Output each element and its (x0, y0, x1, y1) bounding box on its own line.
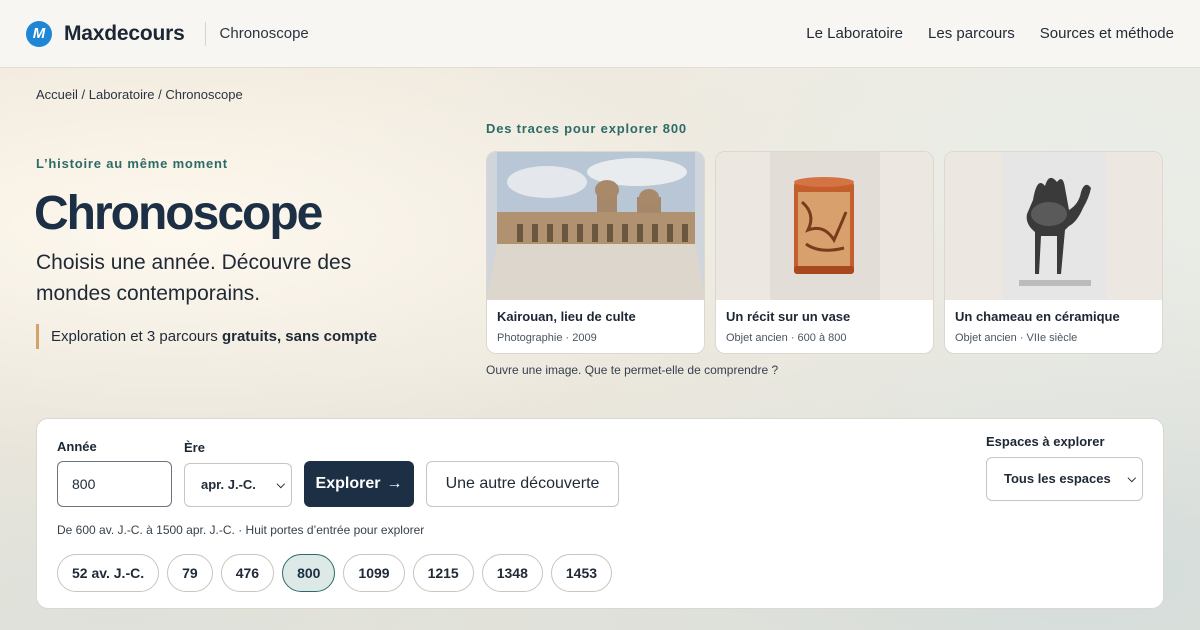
nav-link-parcours[interactable]: Les parcours (928, 25, 1015, 42)
year-chip[interactable]: 1215 (412, 554, 474, 592)
era-value: apr. J.-C. (201, 477, 256, 492)
explore-panel: Année 800 Ère apr. J.-C. ⌵ Explorer → Un… (36, 418, 1164, 609)
free-access-note: Exploration et 3 parcours gratuits, sans… (36, 324, 377, 349)
traces-hint: Ouvre une image. Que te permet-elle de c… (486, 363, 779, 377)
year-chip[interactable]: 1453 (550, 554, 613, 592)
site-header: M Maxdecours Chronoscope Le Laboratoire … (0, 0, 1200, 68)
chevron-down-icon: ⌵ (1127, 473, 1136, 485)
year-chip[interactable]: 1099 (343, 554, 405, 592)
note-prefix: Exploration et 3 parcours (51, 328, 222, 345)
card-title: Un chameau en céramique (955, 309, 1120, 324)
camel-photo (945, 152, 1162, 300)
year-input[interactable]: 800 (57, 461, 172, 507)
main-nav: Le Laboratoire Les parcours Sources et m… (806, 25, 1174, 42)
trace-card-kairouan[interactable]: Kairouan, lieu de culte Photographie · 2… (486, 151, 705, 354)
traces-cards: Kairouan, lieu de culte Photographie · 2… (486, 151, 1163, 354)
hero-lead: Choisis une année. Découvre des mondes c… (36, 251, 352, 305)
vase-photo (716, 152, 933, 300)
page-title: Chronoscope (34, 187, 323, 240)
card-title: Un récit sur un vase (726, 309, 851, 324)
year-chips: 52 av. J.-C. 79 476 800 1099 1215 1348 1… (57, 554, 613, 592)
era-select[interactable]: apr. J.-C. ⌵ (184, 463, 292, 507)
range-text: De 600 av. J.-C. à 1500 apr. J.-C. · Hui… (57, 523, 425, 537)
header-divider (204, 21, 206, 46)
kairouan-photo (487, 152, 704, 300)
arrow-right-icon: → (386, 475, 403, 492)
spaces-select[interactable]: Tous les espaces ⌵ (986, 457, 1143, 501)
spaces-value: Tous les espaces (1004, 471, 1111, 486)
logo-icon[interactable]: M (26, 20, 52, 47)
era-label: Ère (184, 440, 205, 455)
year-chip[interactable]: 1348 (481, 554, 543, 592)
traces-title: Des traces pour explorer 800 (486, 121, 687, 136)
explore-button[interactable]: Explorer → (304, 461, 414, 507)
subbrand-name: Chronoscope (219, 25, 309, 42)
card-title: Kairouan, lieu de culte (497, 309, 636, 324)
year-label: Année (57, 439, 97, 454)
chevron-down-icon: ⌵ (276, 479, 285, 491)
nav-link-laboratoire[interactable]: Le Laboratoire (806, 25, 903, 42)
explore-label: Explorer (315, 475, 381, 492)
trace-card-vase[interactable]: Un récit sur un vase Objet ancien · 600 … (715, 151, 934, 354)
year-chip[interactable]: 79 (167, 554, 213, 592)
breadcrumb[interactable]: Accueil / Laboratoire / Chronoscope (36, 87, 243, 102)
card-meta: Objet ancien · 600 à 800 (726, 332, 847, 344)
note-bold: gratuits, sans compte (221, 328, 377, 345)
year-chip-active[interactable]: 800 (282, 554, 336, 592)
year-chip[interactable]: 52 av. J.-C. (57, 554, 160, 592)
card-meta: Objet ancien · VIIe siècle (955, 332, 1078, 344)
brand-name[interactable]: Maxdecours (64, 22, 185, 46)
trace-card-camel[interactable]: Un chameau en céramique Objet ancien · V… (944, 151, 1163, 354)
spaces-label: Espaces à explorer (986, 434, 1105, 449)
hero-eyebrow: L’histoire au même moment (36, 156, 228, 171)
nav-link-sources[interactable]: Sources et méthode (1040, 25, 1174, 42)
another-discovery-button[interactable]: Une autre découverte (426, 461, 619, 507)
card-meta: Photographie · 2009 (497, 332, 597, 344)
year-chip[interactable]: 476 (220, 554, 275, 592)
